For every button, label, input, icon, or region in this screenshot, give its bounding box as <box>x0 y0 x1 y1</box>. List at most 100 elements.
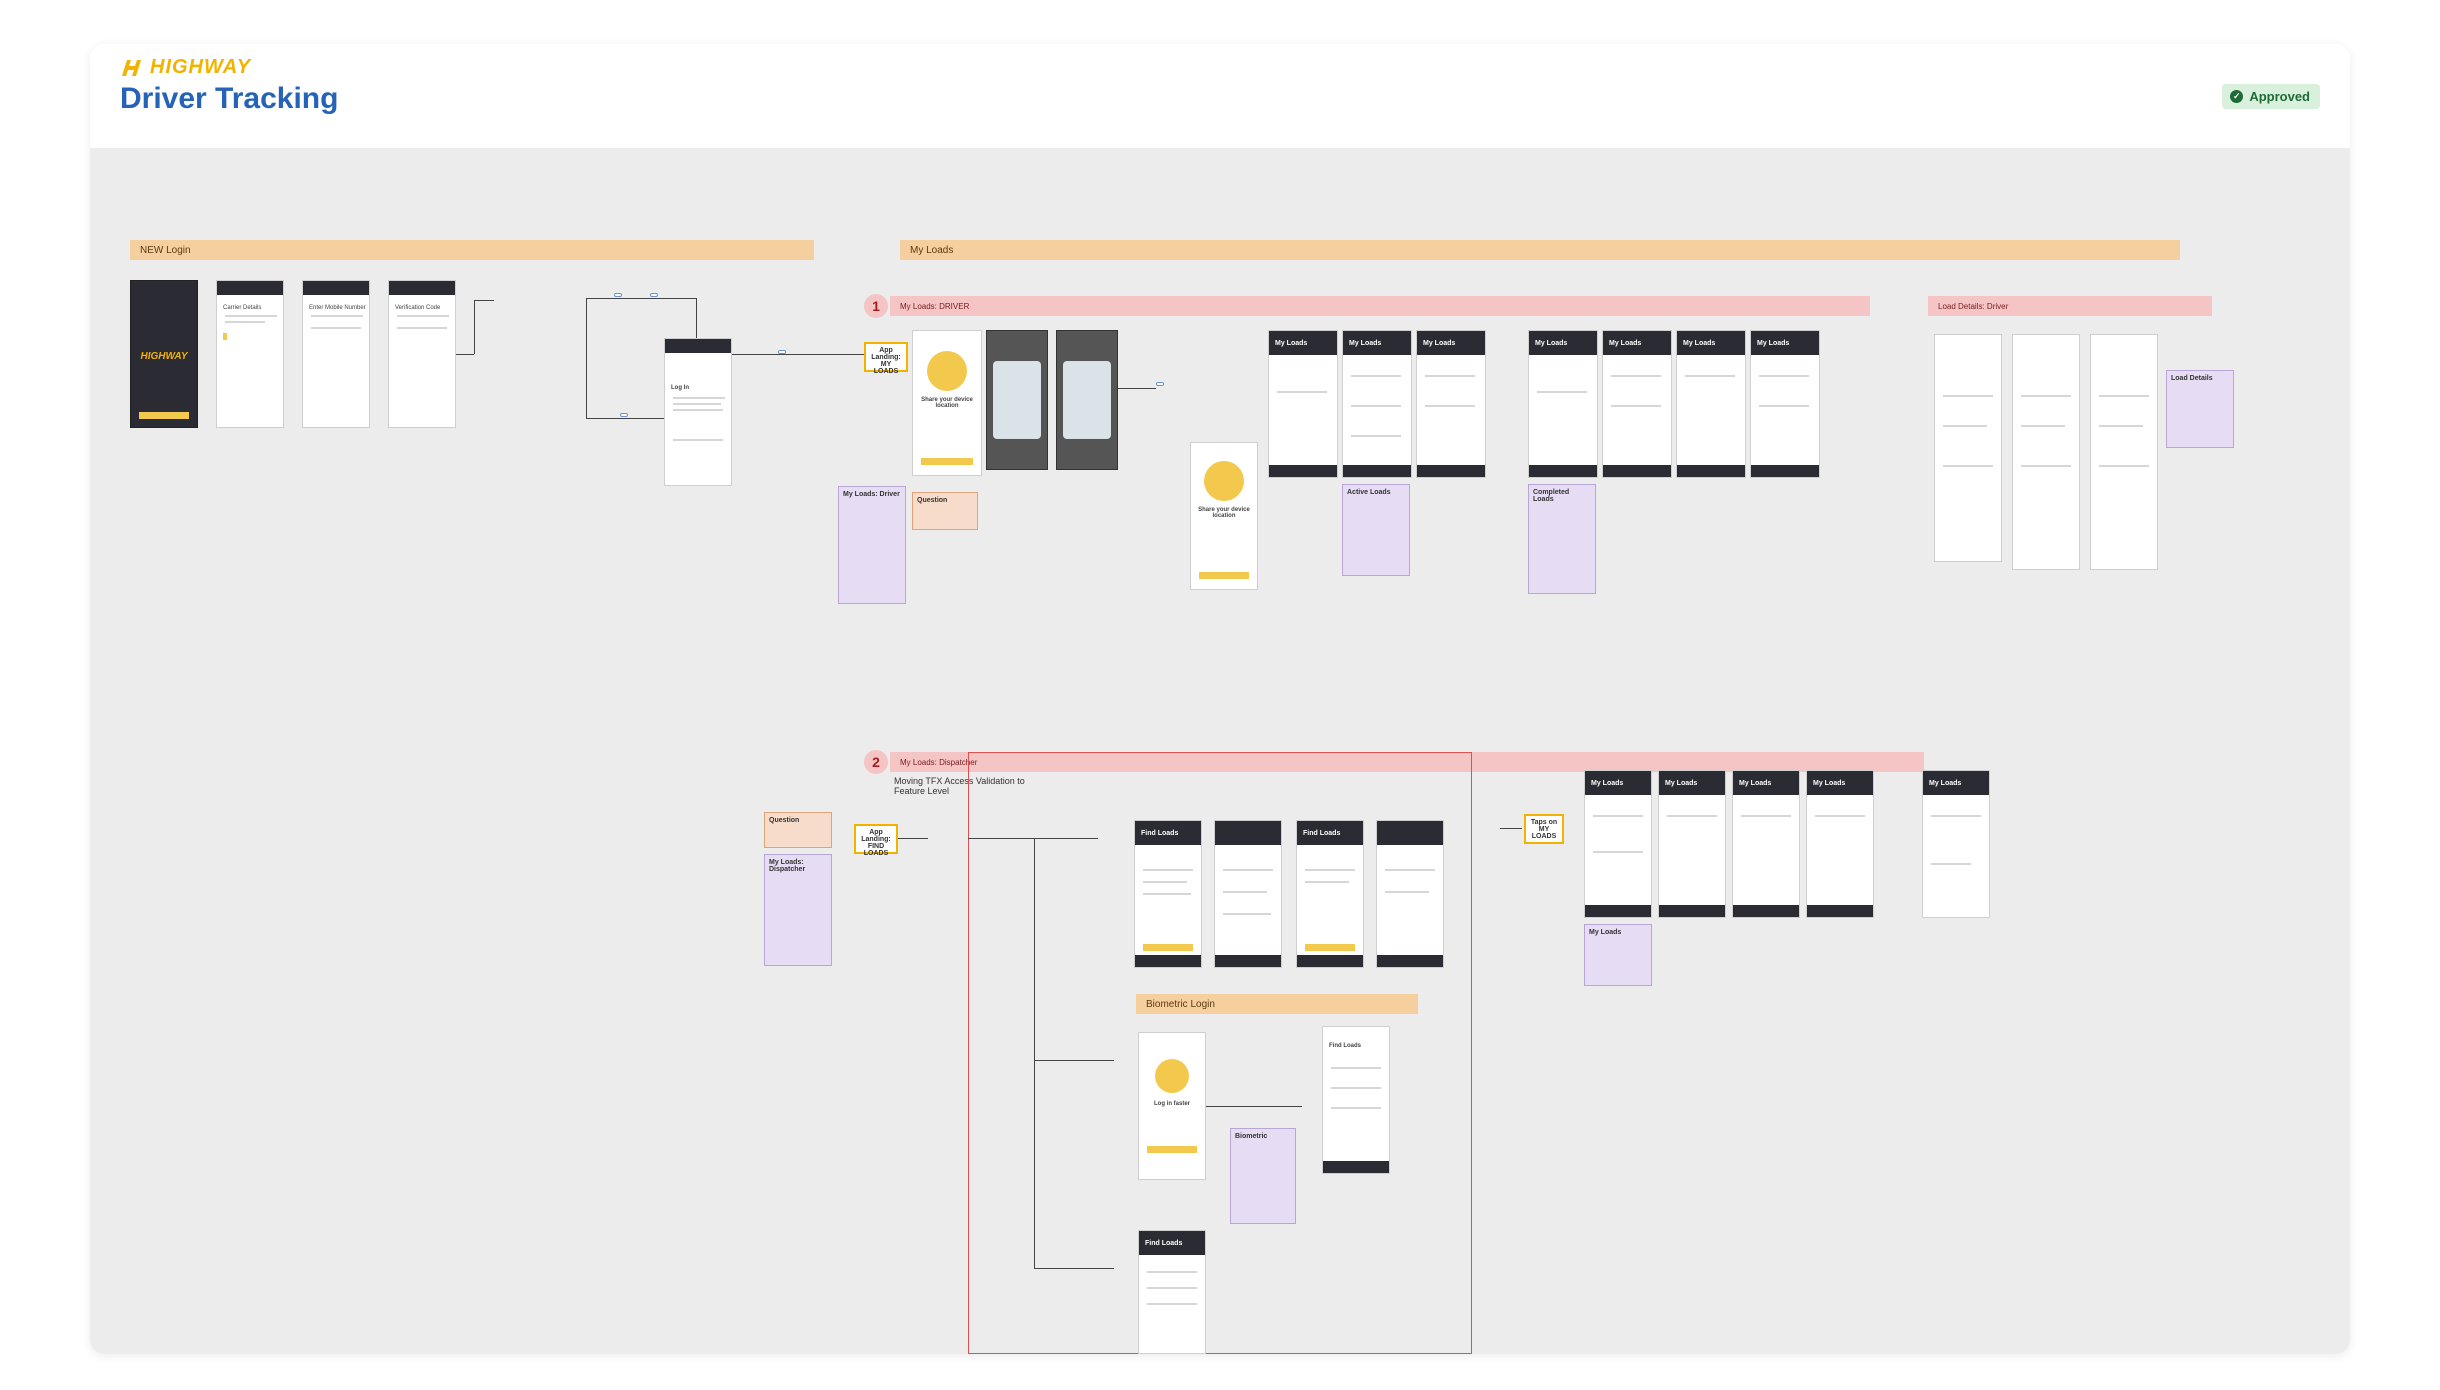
screen-title: My Loads <box>1683 340 1716 347</box>
tab-bar[interactable] <box>1323 1161 1389 1173</box>
screen-my-loads-active-2[interactable]: My Loads <box>1416 330 1486 478</box>
primary-button[interactable] <box>1143 944 1193 951</box>
screen-my-loads-active[interactable]: My Loads <box>1342 330 1412 478</box>
tab-bar[interactable] <box>1135 955 1201 967</box>
list-item[interactable] <box>1223 891 1267 893</box>
screen-trusted-freight[interactable] <box>1214 820 1282 968</box>
screen-carrier-details[interactable]: Carrier Details <box>216 280 284 428</box>
screen-log-in[interactable]: Log In <box>664 338 732 486</box>
tab-bar[interactable] <box>1733 905 1799 917</box>
input-line[interactable] <box>1147 1303 1197 1305</box>
screen-dispatcher-my-loads-1[interactable]: My Loads <box>1584 770 1652 918</box>
list-item[interactable] <box>1385 891 1429 893</box>
note-title: Active Loads <box>1347 489 1391 496</box>
share-button[interactable] <box>1199 572 1249 579</box>
input-line[interactable] <box>1331 1107 1381 1109</box>
screen-location-permission[interactable] <box>986 330 1048 470</box>
screen-load-details-1[interactable] <box>1934 334 2002 562</box>
screen-my-loads-empty[interactable]: My Loads <box>1268 330 1338 478</box>
screen-enter-mobile[interactable]: Enter Mobile Number <box>302 280 370 428</box>
list-item[interactable] <box>1685 375 1735 377</box>
list-item[interactable] <box>1351 435 1401 437</box>
screen-verification[interactable]: Verification Code <box>388 280 456 428</box>
tab-bar[interactable] <box>1807 905 1873 917</box>
screen-dispatcher-my-loads-3[interactable]: My Loads <box>1732 770 1800 918</box>
list-item[interactable] <box>1223 913 1271 915</box>
screen-my-loads-completed[interactable]: My Loads <box>1602 330 1672 478</box>
list-item[interactable] <box>1611 375 1661 377</box>
screen-my-loads-completed-empty[interactable]: My Loads <box>1528 330 1598 478</box>
screen-find-loads-search[interactable]: Find Loads <box>1138 1230 1206 1354</box>
tab-bar[interactable] <box>1297 955 1363 967</box>
tab-bar[interactable] <box>1417 465 1485 477</box>
screen-dispatcher-my-loads-4[interactable]: My Loads <box>1806 770 1874 918</box>
list-item[interactable] <box>1223 869 1273 871</box>
screen-find-loads-1[interactable]: Find Loads <box>1134 820 1202 968</box>
screen-my-loads-completed-2[interactable]: My Loads <box>1676 330 1746 478</box>
tab-bar[interactable] <box>1343 465 1411 477</box>
input-line[interactable] <box>1147 1287 1197 1289</box>
screen-share-location-2[interactable]: Share your device location <box>1190 442 1258 590</box>
screen-share-location[interactable]: Share your device location <box>912 330 982 476</box>
connector <box>1206 1106 1302 1107</box>
toggle[interactable] <box>223 333 227 340</box>
splash-button[interactable] <box>139 412 189 419</box>
screen-splash[interactable]: HIGHWAY <box>130 280 198 428</box>
note-my-loads: My Loads <box>1584 924 1652 986</box>
list-item[interactable] <box>1593 851 1643 853</box>
list-item[interactable] <box>1593 815 1643 817</box>
flow-board[interactable]: NEW Login My Loads 1 My Loads: DRIVER Lo… <box>90 148 2350 1354</box>
list-item[interactable] <box>1351 405 1401 407</box>
primary-button[interactable] <box>1305 944 1355 951</box>
list-item[interactable] <box>1305 869 1355 871</box>
screen-find-loads-2[interactable]: Find Loads <box>1296 820 1364 968</box>
tab-bar[interactable] <box>1677 465 1745 477</box>
tab-bar[interactable] <box>1377 955 1443 967</box>
flow-label <box>620 413 628 417</box>
list-item[interactable] <box>1425 405 1475 407</box>
check-icon: ✓ <box>2230 90 2244 103</box>
list-item[interactable] <box>1143 869 1193 871</box>
tab-bar[interactable] <box>1659 905 1725 917</box>
screen-header <box>665 339 731 353</box>
screen-title: My Loads <box>1609 340 1642 347</box>
tab-bar[interactable] <box>1529 465 1597 477</box>
list-item[interactable] <box>1759 405 1809 407</box>
text-line <box>397 315 449 317</box>
screen-load-details-3[interactable] <box>2090 334 2158 570</box>
list-item[interactable] <box>1667 815 1717 817</box>
screen-location-permission-2[interactable] <box>1056 330 1118 470</box>
tab-bar[interactable] <box>1269 465 1337 477</box>
list-item[interactable] <box>1931 815 1981 817</box>
share-button[interactable] <box>921 458 973 465</box>
list-item[interactable] <box>1611 405 1661 407</box>
list-item[interactable] <box>1143 881 1187 883</box>
screen-load-details-2[interactable] <box>2012 334 2080 570</box>
tab-bar[interactable] <box>1585 905 1651 917</box>
list-item[interactable] <box>1351 375 1401 377</box>
list-item[interactable] <box>1425 375 1475 377</box>
list-item[interactable] <box>1815 815 1865 817</box>
enable-biometric-button[interactable] <box>1147 1146 1197 1153</box>
screen-log-in-faster[interactable]: Log in faster <box>1138 1032 1206 1180</box>
input-line[interactable] <box>1147 1271 1197 1273</box>
list-item[interactable] <box>1143 893 1191 895</box>
tab-bar[interactable] <box>1751 465 1819 477</box>
tab-bar[interactable] <box>1603 465 1671 477</box>
band-my-loads: My Loads <box>900 240 2180 260</box>
list-item[interactable] <box>1741 815 1791 817</box>
list-item[interactable] <box>1385 869 1435 871</box>
screen-trusted-freight-2[interactable] <box>1376 820 1444 968</box>
screen-dispatcher-my-loads-2[interactable]: My Loads <box>1658 770 1726 918</box>
list-item[interactable] <box>1759 375 1809 377</box>
input-line[interactable] <box>1331 1067 1381 1069</box>
list-item[interactable] <box>1305 881 1349 883</box>
screen-my-loads-completed-3[interactable]: My Loads <box>1750 330 1820 478</box>
input-line[interactable] <box>1331 1087 1381 1089</box>
connector <box>1118 388 1156 389</box>
screen-find-loads-biometric[interactable]: Find Loads <box>1322 1026 1390 1174</box>
screen-dispatcher-my-loads-5[interactable]: My Loads <box>1922 770 1990 918</box>
list-item[interactable] <box>1931 863 1971 865</box>
screen-title: Log in faster <box>1153 1101 1190 1107</box>
tab-bar[interactable] <box>1215 955 1281 967</box>
